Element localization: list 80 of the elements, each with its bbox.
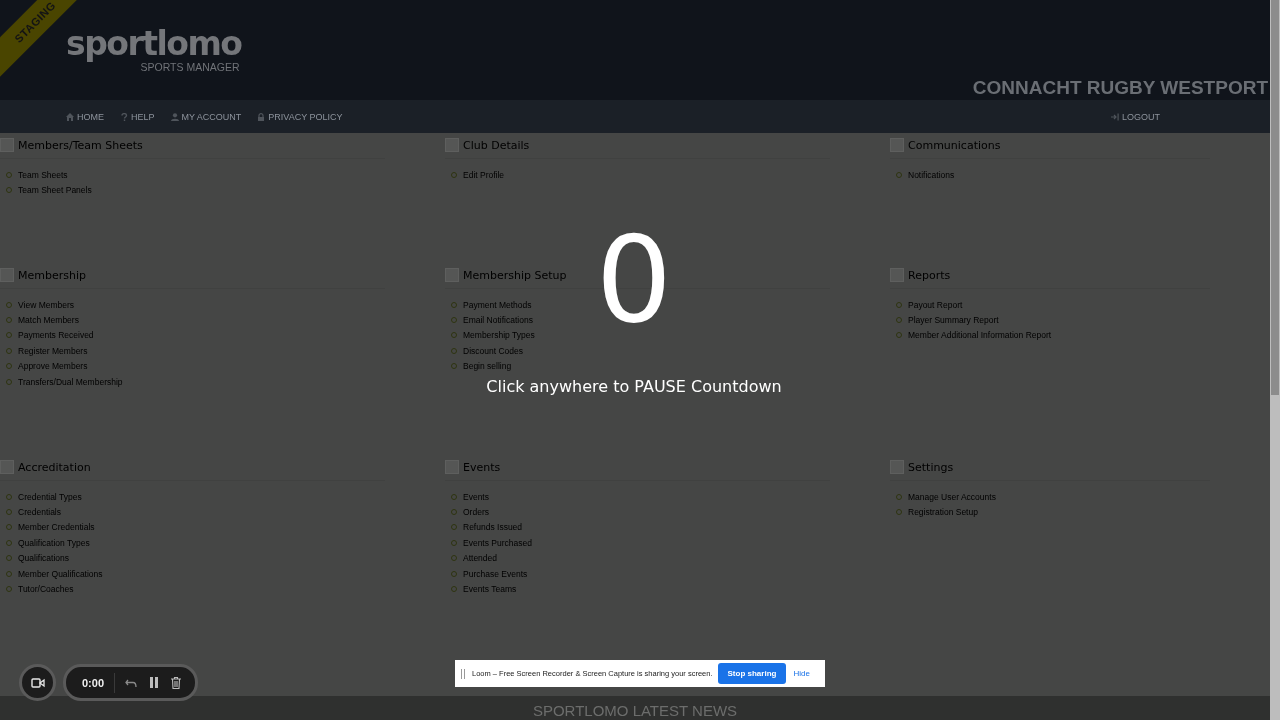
menu-link[interactable]: Credentials [18,507,61,518]
square-icon [890,268,904,282]
square-icon [445,138,459,152]
menu-link[interactable]: Discount Codes [463,345,523,356]
menu-link[interactable]: Register Members [18,345,88,356]
section-title: Accreditation [18,460,91,474]
grip-icon [461,668,465,679]
nav-link[interactable]: MY ACCOUNT [170,111,242,122]
logout-icon [1111,112,1119,121]
section-title: Reports [908,268,951,282]
menu-link[interactable]: Purchase Events [463,568,528,579]
menu-link[interactable]: Credential Types [18,491,82,502]
menu-link[interactable]: Events Purchased [463,537,532,548]
menu-link[interactable]: Approve Members [18,361,88,372]
home-icon [66,112,74,121]
menu-link[interactable]: Notifications [908,169,955,180]
section-title: Membership [18,268,86,282]
menu-link[interactable]: Team Sheets [18,169,68,180]
section-title: Club Details [463,138,530,152]
section-title: Communications [908,138,1001,152]
countdown-number: 0 [595,215,673,345]
countdown-hint: Click anywhere to PAUSE Countdown [486,377,782,396]
stop-sharing-button[interactable]: Stop sharing [717,663,787,684]
menu-link[interactable]: Member Qualifications [18,568,103,579]
section-title: Settings [908,460,954,474]
menu-link[interactable]: Qualification Types [18,537,90,548]
club-name: CONNACHT RUGBY WESTPORT [972,77,1268,99]
news-heading: SPORTLOMO LATEST NEWS [532,702,738,720]
square-icon [445,268,459,282]
scrollbar[interactable] [1270,0,1280,720]
nav-link[interactable]: HELP [120,111,155,122]
delete-button[interactable] [169,674,184,691]
menu-link[interactable]: Payments Received [18,330,94,341]
pause-icon [149,677,160,688]
logo-wordmark: sportlomo [66,26,242,62]
section-title: Members/Team Sheets [18,138,143,152]
lock-icon [257,112,266,121]
menu-link[interactable]: Player Summary Report [908,315,999,326]
question-icon [120,112,128,121]
menu-link[interactable]: Member Credentials [18,522,95,533]
menu-link[interactable]: Payout Report [908,299,963,310]
menu-link[interactable]: Email Notifications [463,315,533,326]
section-title: Events [463,460,501,474]
menu-link[interactable]: Events Teams [463,584,517,595]
nav-link[interactable]: PRIVACY POLICY [257,111,343,122]
square-icon [0,268,14,282]
menu-link[interactable]: Begin selling [463,361,512,372]
camera-button[interactable] [19,664,56,701]
menu-link[interactable]: Tutor/Coaches [18,584,74,595]
menu-link[interactable]: Refunds Issued [463,522,523,533]
menu-link[interactable]: View Members [18,299,75,310]
menu-link[interactable]: Orders [463,507,489,518]
menu-link[interactable]: Attended [463,553,498,564]
hide-link[interactable]: Hide [793,669,810,678]
menu-link[interactable]: Transfers/Dual Membership [18,376,123,387]
menu-link[interactable]: Team Sheet Panels [18,185,92,196]
square-icon [0,138,14,152]
recording-time: 0:00 [82,676,105,689]
section-title: Membership Setup [463,268,567,282]
video-camera-icon [30,677,45,688]
menu-link[interactable]: Registration Setup [908,507,978,518]
user-icon [170,112,179,121]
trash-icon [171,676,182,689]
menu-link[interactable]: Match Members [18,315,79,326]
menu-link[interactable]: Edit Profile [463,169,505,180]
square-icon [890,138,904,152]
menu-link[interactable]: Manage User Accounts [908,491,996,502]
menu-link[interactable]: Qualifications [18,553,70,564]
menu-link[interactable]: Events [463,491,489,502]
logo-subtitle: SPORTS MANAGER [140,62,240,72]
square-icon [0,460,14,474]
undo-icon [125,677,138,688]
square-icon [890,460,904,474]
menu-link[interactable]: Payment Methods [463,299,532,310]
scrollbar-thumb[interactable] [1271,0,1279,395]
square-icon [445,460,459,474]
menu-link[interactable]: Member Additional Information Report [908,330,1052,341]
nav-link[interactable]: HOME [66,111,104,122]
logout-link[interactable]: LOGOUT [1111,111,1160,122]
menu-link[interactable]: Membership Types [463,330,535,341]
